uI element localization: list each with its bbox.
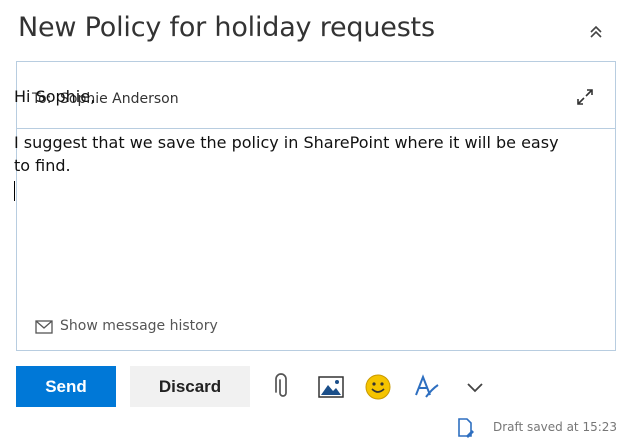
draft-file-icon [458, 418, 474, 438]
discard-button[interactable]: Discard [130, 366, 250, 407]
format-text-icon[interactable] [412, 373, 440, 401]
show-message-history-label: Show message history [60, 318, 218, 334]
send-button[interactable]: Send [16, 366, 116, 407]
body-greeting: Hi Sophie, [14, 87, 96, 106]
envelope-icon [35, 320, 53, 334]
text-caret [14, 181, 15, 201]
message-body[interactable]: Hi Sophie, I suggest that we save the po… [14, 85, 579, 201]
chevron-down-icon[interactable] [461, 373, 489, 401]
message-subject[interactable]: New Policy for holiday requests [18, 12, 435, 43]
paperclip-icon[interactable] [269, 373, 297, 401]
body-paragraph: I suggest that we save the policy in Sha… [14, 133, 559, 175]
emoji-icon[interactable] [364, 373, 392, 401]
image-icon[interactable] [317, 373, 345, 401]
draft-saved-text: Draft saved at 15:23 [493, 420, 618, 434]
collapse-header-icon[interactable] [586, 22, 606, 42]
